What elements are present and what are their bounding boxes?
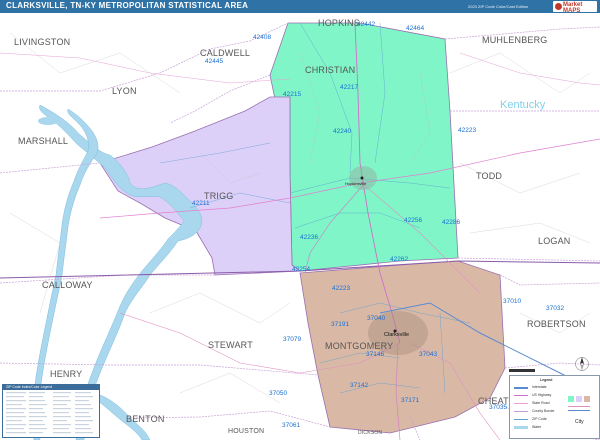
county-label-livingston: LIVINGSTON: [14, 37, 70, 47]
zip-label: 42223: [458, 127, 476, 134]
county-label-christian: CHRISTIAN: [305, 65, 355, 75]
map-frame: CLARKSVILLE, TN-KY METROPOLITAN STATISTI…: [0, 0, 600, 440]
zip-label: 37040: [367, 315, 385, 322]
zip-label: 37050: [269, 390, 287, 397]
key-symbol-interstate: [514, 387, 528, 389]
key-item: Water: [532, 425, 542, 429]
zip-label: 42286: [442, 219, 460, 226]
zip-label: 37142: [350, 382, 368, 389]
county-label-todd: TODD: [476, 171, 502, 181]
zip-label: 42211: [192, 200, 210, 207]
county-label-dickson: DICKSON: [358, 430, 382, 436]
key-item: Interstate: [532, 385, 547, 389]
zip-label: 42240: [333, 128, 351, 135]
county-label-houston: HOUSTON: [228, 428, 264, 435]
zip-label: 42217: [340, 84, 358, 91]
hopkinsville-dot: [360, 176, 364, 180]
zip-label: 42236: [300, 234, 318, 241]
county-label-hopkins: HOPKINS: [318, 18, 360, 28]
key-symbol-county-border: [514, 411, 528, 412]
zip-label: 42442: [357, 21, 375, 28]
key-item: US Highway: [532, 393, 552, 397]
zip-label: 42408: [253, 34, 271, 41]
city-symbol-label: City: [575, 419, 584, 425]
zip-label: 37146: [366, 351, 384, 358]
zip-label: 37191: [331, 321, 349, 328]
zip-label: 37043: [419, 351, 437, 358]
zip-label: 42223: [332, 285, 350, 292]
legend-table-graphic: [6, 392, 93, 434]
edition-label: 2023 ZIP Code Color/Cast Edition: [468, 4, 529, 9]
key-item: County Border: [532, 409, 555, 413]
map-title: CLARKSVILLE, TN-KY METROPOLITAN STATISTI…: [6, 1, 249, 10]
county-label-benton: BENTON: [126, 414, 165, 424]
state-label-kentucky: Kentucky: [500, 99, 546, 111]
key-item: State Road: [532, 401, 550, 405]
county-label-henry: HENRY: [50, 369, 82, 379]
city-label-clarksville: Clarksville: [384, 332, 409, 338]
key-symbol-state-road: [514, 403, 528, 404]
county-label-caldwell: CALDWELL: [200, 48, 250, 58]
key-symbol-water: [514, 426, 528, 429]
title-bar: CLARKSVILLE, TN-KY METROPOLITAN STATISTI…: [0, 0, 600, 14]
christian-county-fill: [269, 22, 459, 272]
scale-bar: [509, 369, 535, 372]
zip-label: 37010: [503, 298, 521, 305]
key-symbol-us-highway: [514, 395, 528, 396]
zip-label: 42464: [406, 25, 424, 32]
zip-label: 42256: [404, 217, 422, 224]
county-label-marshall: MARSHALL: [18, 136, 68, 146]
north-arrow-icon: [575, 357, 589, 371]
logo-mark-icon: [555, 3, 562, 10]
lake-west-water: [38, 117, 58, 125]
zip-label: 42254: [292, 266, 310, 273]
zip-index-legend: ZIP Code Index/Color Legend: [2, 384, 100, 438]
county-label-muhlenberg: MUHLENBERG: [482, 35, 548, 45]
zip-label: 37035: [489, 404, 507, 411]
county-label-logan: LOGAN: [538, 236, 571, 246]
county-label-montgomery: MONTGOMERY: [325, 341, 393, 351]
zip-label: 42445: [205, 58, 223, 65]
city-label-hopkinsville: Hopkinsville: [345, 181, 367, 186]
county-label-calloway: CALLOWAY: [42, 280, 93, 290]
map-key: Legend Interstate US Highway State Road …: [509, 375, 600, 439]
key-item: ZIP Code: [532, 417, 547, 421]
zip-label: 37079: [283, 336, 301, 343]
county-label-robertson: ROBERTSON: [527, 319, 586, 329]
legend-title: ZIP Code Index/Color Legend: [6, 385, 53, 389]
county-label-stewart: STEWART: [208, 340, 253, 350]
key-title: Legend: [540, 378, 553, 382]
publisher-logo: Market MAPS: [553, 1, 597, 14]
zip-label: 42215: [283, 91, 301, 98]
key-color-swatches: [568, 396, 590, 411]
zip-label: 37032: [546, 305, 564, 312]
county-label-lyon: LYON: [112, 86, 137, 96]
zip-label: 42262: [390, 256, 408, 263]
zip-label: 37061: [282, 422, 300, 429]
key-symbol-zip: [514, 419, 528, 420]
zip-label: 37171: [401, 397, 419, 404]
